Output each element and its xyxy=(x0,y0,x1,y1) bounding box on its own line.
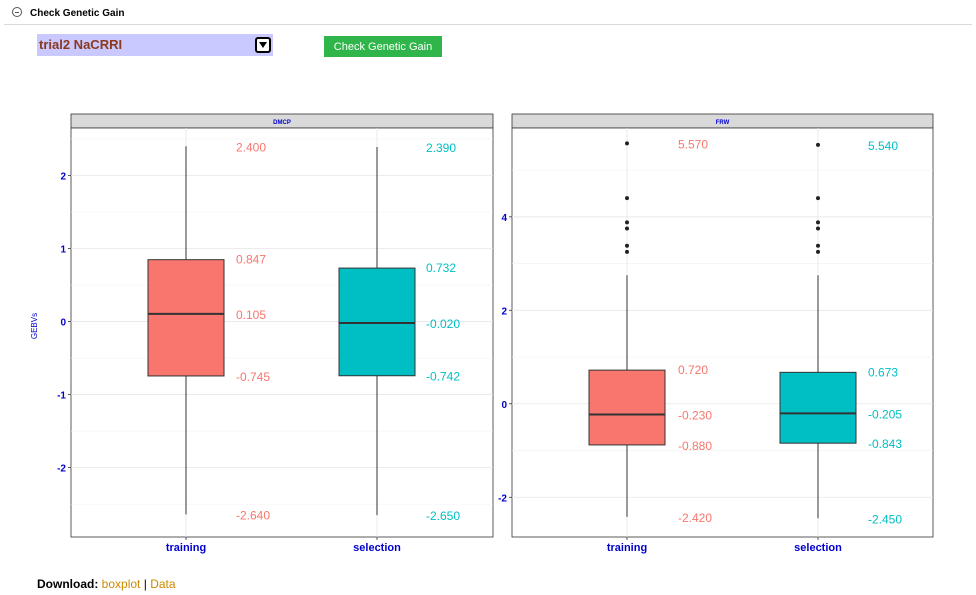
value-label-min: -2.450 xyxy=(868,512,902,526)
x-tick-label: selection xyxy=(353,542,401,554)
y-tick-label: 4 xyxy=(501,213,507,224)
panel-frame xyxy=(511,127,934,538)
boxplot-chart: GEBVs DMCP -2 -1 0 1 2 training 2.400 0.847 0.105 -… xyxy=(30,113,934,554)
value-label-median: 0.105 xyxy=(236,308,266,322)
value-label-min: -2.640 xyxy=(236,508,270,522)
value-label-min: -2.420 xyxy=(678,511,712,525)
outlier-point xyxy=(625,243,629,248)
value-label-q3: 0.720 xyxy=(678,363,708,377)
value-label-q1: -0.745 xyxy=(236,370,270,384)
data-download-link[interactable]: Data xyxy=(150,577,175,591)
box-training xyxy=(588,369,666,446)
value-label-q3: 0.732 xyxy=(426,261,456,275)
outlier-point xyxy=(816,196,820,201)
value-label-q1: -0.742 xyxy=(426,370,460,384)
value-label-q3: 0.847 xyxy=(236,253,266,267)
outlier-point xyxy=(625,220,629,225)
outlier-point xyxy=(625,249,629,254)
y-tick-label: -2 xyxy=(57,464,66,475)
outlier-point xyxy=(816,243,820,248)
download-separator: | xyxy=(143,577,147,591)
y-tick-label: 1 xyxy=(60,245,66,256)
download-row: Download: boxplot | Data xyxy=(37,577,176,591)
value-label-median: -0.020 xyxy=(426,317,460,331)
outlier-point xyxy=(816,220,820,225)
outlier-point xyxy=(816,226,820,231)
outlier-point xyxy=(625,196,629,201)
x-tick-label: training xyxy=(607,542,647,554)
outlier-point xyxy=(625,226,629,231)
y-tick-label: 0 xyxy=(60,318,66,329)
panel-title: DMCP xyxy=(273,120,291,126)
box-training xyxy=(147,259,225,377)
y-axis-label: GEBVs xyxy=(30,313,39,339)
y-tick-label: 2 xyxy=(501,306,507,317)
outlier-point xyxy=(625,141,629,146)
panel-frame xyxy=(70,127,494,538)
download-label: Download: xyxy=(37,577,99,591)
value-label-min: -2.650 xyxy=(426,509,460,523)
y-tick-label: 2 xyxy=(60,171,66,182)
box-selection xyxy=(338,267,416,377)
value-label-max: 5.570 xyxy=(678,137,708,151)
x-tick-label: training xyxy=(166,542,206,554)
value-label-max: 2.390 xyxy=(426,141,456,155)
value-label-max: 5.540 xyxy=(868,139,898,153)
outlier-point xyxy=(816,142,820,147)
value-label-q3: 0.673 xyxy=(868,365,898,379)
box-selection xyxy=(779,371,857,444)
y-tick-label: -2 xyxy=(498,493,507,504)
panel-title: FRW xyxy=(716,120,730,126)
outlier-point xyxy=(816,249,820,254)
boxplot-download-link[interactable]: boxplot xyxy=(102,577,141,591)
y-tick-label: -1 xyxy=(57,391,66,402)
value-label-median: -0.205 xyxy=(868,407,902,421)
value-label-max: 2.400 xyxy=(236,140,266,154)
y-tick-label: 0 xyxy=(501,400,507,411)
value-label-q1: -0.843 xyxy=(868,437,902,451)
value-label-q1: -0.880 xyxy=(678,439,712,453)
x-tick-label: selection xyxy=(794,542,842,554)
value-label-median: -0.230 xyxy=(678,409,712,423)
